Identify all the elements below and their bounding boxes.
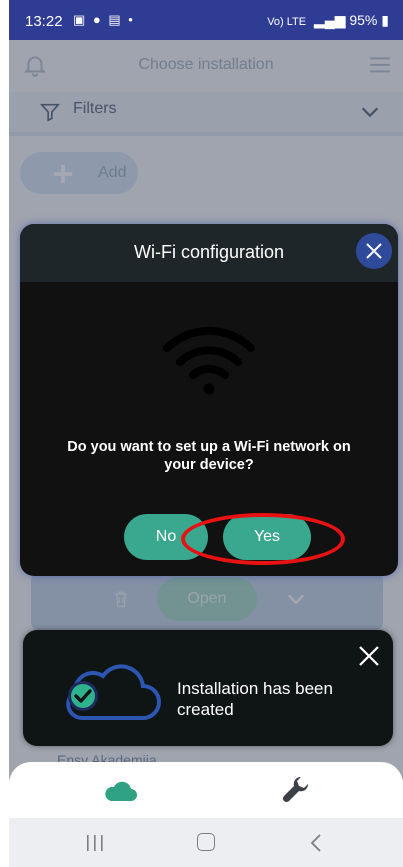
notification-icons: ▣ ● ▤ • bbox=[73, 12, 135, 27]
status-time: 13:22 bbox=[25, 13, 63, 30]
home-icon[interactable] bbox=[197, 833, 215, 851]
status-right: Vo) LTE ▂▄▆ 95% ▮ bbox=[267, 12, 389, 29]
system-nav-bar bbox=[9, 818, 403, 867]
phone-screen: 13:22 ▣ ● ▤ • Vo) LTE ▂▄▆ 95% ▮ Choose i… bbox=[9, 0, 403, 867]
dialog-title: Wi-Fi configuration bbox=[133, 242, 285, 262]
close-icon[interactable] bbox=[357, 644, 381, 668]
dialog-question: Do you want to set up a Wi-Fi network on… bbox=[67, 439, 351, 473]
back-icon[interactable] bbox=[309, 833, 323, 853]
wrench-icon[interactable] bbox=[281, 774, 311, 804]
cloud-check-icon bbox=[66, 664, 161, 720]
signal-icon: ▂▄▆ bbox=[314, 12, 346, 28]
recent-apps-icon[interactable] bbox=[85, 834, 105, 852]
status-bar: 13:22 ▣ ● ▤ • Vo) LTE ▂▄▆ 95% ▮ bbox=[9, 0, 403, 40]
battery-level: 95% bbox=[349, 12, 378, 28]
toast-message: Installation has been created bbox=[177, 679, 333, 719]
dialog-close-button[interactable] bbox=[356, 233, 392, 269]
close-icon bbox=[366, 243, 382, 259]
highlight-circle bbox=[181, 513, 345, 565]
dialog-header: Wi-Fi configuration bbox=[20, 224, 398, 282]
success-toast: Installation has been created bbox=[23, 630, 393, 746]
bottom-nav bbox=[9, 762, 403, 818]
battery-icon: ▮ bbox=[381, 12, 389, 28]
wifi-icon bbox=[163, 326, 255, 395]
network-label: Vo) LTE bbox=[267, 16, 307, 28]
cloud-icon[interactable] bbox=[104, 780, 138, 802]
